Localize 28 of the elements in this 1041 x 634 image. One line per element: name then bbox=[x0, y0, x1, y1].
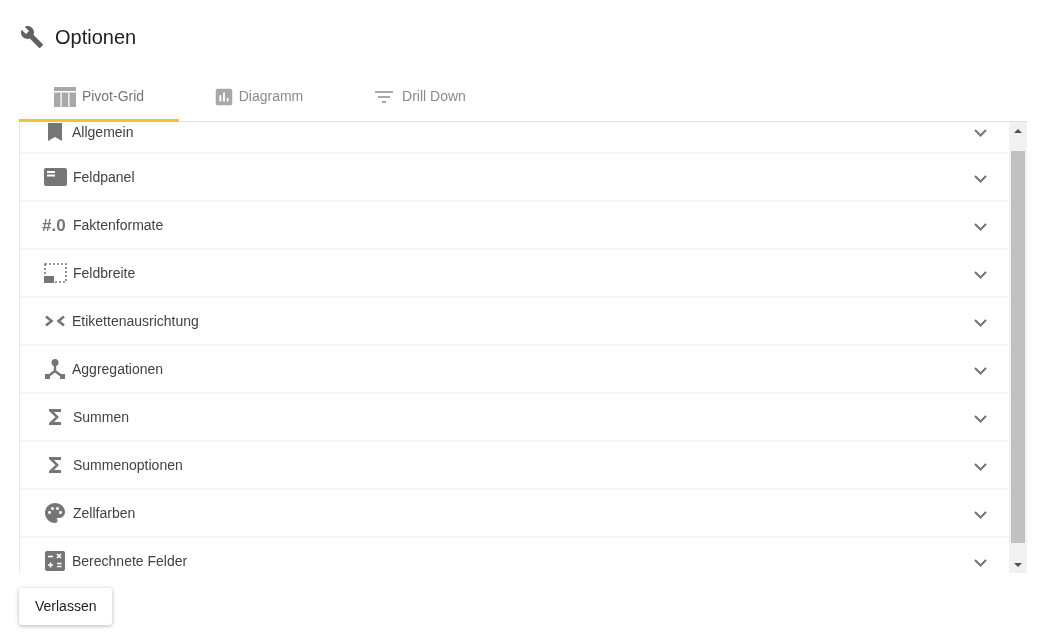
panel-icon bbox=[44, 168, 67, 186]
branch-icon bbox=[45, 359, 65, 379]
section-header[interactable]: Feldbreite bbox=[20, 250, 1009, 298]
tab[interactable]: Diagramm bbox=[179, 74, 339, 122]
calculator-icon bbox=[45, 551, 65, 571]
section-header[interactable]: Zellfarben bbox=[20, 490, 1009, 538]
scrollbar[interactable] bbox=[1009, 122, 1027, 573]
scroll-down-icon[interactable] bbox=[1014, 562, 1022, 567]
section-header[interactable]: Allgemein bbox=[20, 122, 1009, 154]
palette-icon bbox=[43, 501, 67, 525]
bookmark-icon bbox=[48, 123, 62, 141]
section-header[interactable]: Aggregationen bbox=[20, 346, 1009, 394]
section-header[interactable]: #.0 Faktenformate bbox=[20, 202, 1009, 250]
scrollbar-thumb[interactable] bbox=[1011, 151, 1025, 543]
dotted-frame-icon bbox=[44, 263, 67, 283]
tab[interactable]: Pivot-Grid bbox=[19, 74, 179, 122]
section-header[interactable]: Feldpanel bbox=[20, 154, 1009, 202]
wrench-icon bbox=[20, 25, 44, 49]
table-icon bbox=[53, 86, 76, 107]
tab[interactable]: Drill Down bbox=[339, 74, 499, 122]
page-title: Optionen bbox=[55, 25, 137, 50]
chevrons-inward-icon bbox=[44, 315, 66, 327]
section-header[interactable]: Summenoptionen bbox=[20, 442, 1009, 490]
exit-button[interactable]: Verlassen bbox=[19, 588, 113, 625]
section-header[interactable]: Summen bbox=[20, 394, 1009, 442]
number-format-icon: #.0 bbox=[42, 216, 67, 234]
scroll-up-icon[interactable] bbox=[1014, 128, 1022, 133]
section-header[interactable]: Etikettenausrichtung bbox=[20, 298, 1009, 346]
